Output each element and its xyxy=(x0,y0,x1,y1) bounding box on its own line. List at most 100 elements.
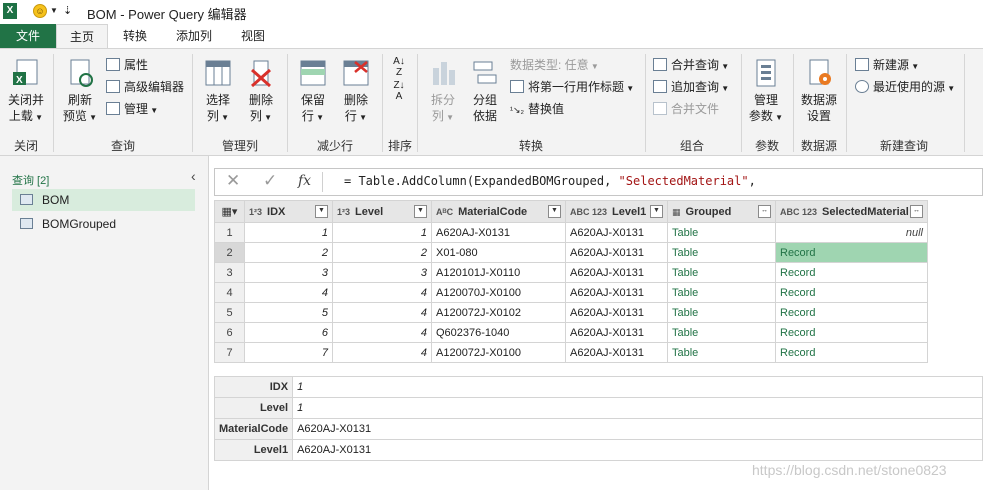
split-column-button[interactable]: 拆分 列 ▼ xyxy=(424,58,462,126)
cell-level1[interactable]: A620AJ-X0131 xyxy=(565,262,668,283)
properties-button[interactable]: 属性 xyxy=(106,56,148,74)
filter-dropdown-icon[interactable]: ▼ xyxy=(414,205,427,218)
cell-selectedmaterial[interactable]: Record xyxy=(775,242,928,263)
column-header-selectedmaterial[interactable]: ABC 123 SelectedMaterial ↔ xyxy=(775,200,928,223)
cancel-icon[interactable]: ✕ xyxy=(226,171,240,191)
cell-idx[interactable]: 1 xyxy=(244,222,333,243)
cell-level[interactable]: 4 xyxy=(332,342,432,363)
query-item-bomgrouped[interactable]: BOMGrouped xyxy=(12,213,195,235)
use-first-row-as-headers-button[interactable]: 将第一行用作标题 ▼ xyxy=(510,78,634,96)
tab-view[interactable]: 视图 xyxy=(228,24,278,48)
row-number[interactable]: 1 xyxy=(214,222,245,243)
table-row[interactable]: 1 1 1 A620AJ-X0131 A620AJ-X0131 Table null xyxy=(214,222,928,243)
cell-materialcode[interactable]: A120070J-X0100 xyxy=(431,282,566,303)
append-queries-button[interactable]: 追加查询 ▼ xyxy=(653,78,729,96)
cell-level1[interactable]: A620AJ-X0131 xyxy=(565,322,668,343)
new-source-button[interactable]: 新建源 ▼ xyxy=(855,56,919,74)
close-and-load-button[interactable]: X 关闭并 上载 ▼ xyxy=(4,58,48,126)
cell-selectedmaterial[interactable]: Record xyxy=(775,262,928,283)
tab-file[interactable]: 文件 xyxy=(0,24,56,48)
cell-grouped[interactable]: Table xyxy=(667,222,776,243)
cell-idx[interactable]: 2 xyxy=(244,242,333,263)
cell-level[interactable]: 4 xyxy=(332,302,432,323)
group-by-button[interactable]: 分组 依据 xyxy=(466,58,504,124)
cell-level1[interactable]: A620AJ-X0131 xyxy=(565,222,668,243)
column-header-materialcode[interactable]: AᴮC MaterialCode ▼ xyxy=(431,200,566,223)
cell-materialcode[interactable]: X01-080 xyxy=(431,242,566,263)
cell-idx[interactable]: 5 xyxy=(244,302,333,323)
remove-columns-button[interactable]: 删除 列 ▼ xyxy=(241,58,281,126)
cell-materialcode[interactable]: Q602376-1040 xyxy=(431,322,566,343)
quick-access-menu-icon[interactable]: ⇣ xyxy=(63,4,72,17)
cell-level1[interactable]: A620AJ-X0131 xyxy=(565,242,668,263)
collapse-pane-icon[interactable]: ‹ xyxy=(191,168,196,184)
cell-grouped[interactable]: Table xyxy=(667,242,776,263)
expand-icon[interactable]: ↔ xyxy=(910,205,923,218)
cell-grouped[interactable]: Table xyxy=(667,282,776,303)
sort-ascending-button[interactable]: A↓ Z xyxy=(388,56,410,78)
sort-descending-button[interactable]: Z↓ A xyxy=(388,80,410,102)
tab-transform[interactable]: 转换 xyxy=(110,24,160,48)
cell-idx[interactable]: 6 xyxy=(244,322,333,343)
row-number[interactable]: 4 xyxy=(214,282,245,303)
cell-materialcode[interactable]: A620AJ-X0131 xyxy=(431,222,566,243)
column-header-idx[interactable]: 1²3 IDX ▼ xyxy=(244,200,333,223)
query-item-bom[interactable]: BOM xyxy=(12,189,195,211)
cell-selectedmaterial[interactable]: Record xyxy=(775,342,928,363)
cell-grouped[interactable]: Table xyxy=(667,322,776,343)
cell-level1[interactable]: A620AJ-X0131 xyxy=(565,282,668,303)
cell-selectedmaterial[interactable]: Record xyxy=(775,322,928,343)
replace-values-button[interactable]: ¹↘₂ 替换值 xyxy=(510,100,564,118)
table-row[interactable]: 7 7 4 A120072J-X0100 A620AJ-X0131 Table Record xyxy=(214,342,928,363)
tab-home[interactable]: 主页 xyxy=(56,24,108,48)
cell-materialcode[interactable]: A120101J-X0110 xyxy=(431,262,566,283)
cell-materialcode[interactable]: A120072J-X0102 xyxy=(431,302,566,323)
merge-queries-button[interactable]: 合并查询 ▼ xyxy=(653,56,729,74)
row-number[interactable]: 6 xyxy=(214,322,245,343)
cell-idx[interactable]: 3 xyxy=(244,262,333,283)
cell-materialcode[interactable]: A120072J-X0100 xyxy=(431,342,566,363)
cell-level[interactable]: 1 xyxy=(332,222,432,243)
table-row[interactable]: 2 2 2 X01-080 A620AJ-X0131 Table Record xyxy=(214,242,928,263)
table-menu-icon[interactable]: ▦▾ xyxy=(214,200,245,223)
manage-button[interactable]: 管理 ▼ xyxy=(106,100,158,118)
filter-dropdown-icon[interactable]: ▼ xyxy=(548,205,561,218)
expand-icon[interactable]: ↔ xyxy=(758,205,771,218)
column-header-level[interactable]: 1²3 Level ▼ xyxy=(332,200,432,223)
confirm-icon[interactable]: ✓ xyxy=(263,171,277,191)
cell-level1[interactable]: A620AJ-X0131 xyxy=(565,302,668,323)
row-number[interactable]: 3 xyxy=(214,262,245,283)
cell-level[interactable]: 2 xyxy=(332,242,432,263)
formula-input[interactable]: = Table.AddColumn(ExpandedBOMGrouped, "S… xyxy=(344,174,756,188)
recent-sources-button[interactable]: 最近使用的源 ▼ xyxy=(855,78,955,96)
cell-grouped[interactable]: Table xyxy=(667,342,776,363)
table-row[interactable]: 4 4 4 A120070J-X0100 A620AJ-X0131 Table Record xyxy=(214,282,928,303)
column-header-level1[interactable]: ABC 123 Level1 ▼ xyxy=(565,200,668,223)
keep-rows-button[interactable]: 保留 行 ▼ xyxy=(293,58,333,126)
choose-columns-button[interactable]: 选择 列 ▼ xyxy=(198,58,238,126)
cell-selectedmaterial[interactable]: Record xyxy=(775,282,928,303)
cell-idx[interactable]: 4 xyxy=(244,282,333,303)
refresh-preview-button[interactable]: 刷新 预览 ▼ xyxy=(58,58,102,126)
row-number[interactable]: 7 xyxy=(214,342,245,363)
table-row[interactable]: 5 5 4 A120072J-X0102 A620AJ-X0131 Table Record xyxy=(214,302,928,323)
cell-selectedmaterial[interactable]: null xyxy=(775,222,928,243)
cell-level[interactable]: 3 xyxy=(332,262,432,283)
cell-level[interactable]: 4 xyxy=(332,282,432,303)
cell-selectedmaterial[interactable]: Record xyxy=(775,302,928,323)
row-number[interactable]: 5 xyxy=(214,302,245,323)
table-row[interactable]: 3 3 3 A120101J-X0110 A620AJ-X0131 Table Record xyxy=(214,262,928,283)
smiley-feedback-icon[interactable]: ☺ xyxy=(33,4,47,18)
cell-level[interactable]: 4 xyxy=(332,322,432,343)
cell-grouped[interactable]: Table xyxy=(667,302,776,323)
row-number[interactable]: 2 xyxy=(214,242,245,263)
data-source-settings-button[interactable]: 数据源 设置 xyxy=(797,58,841,124)
column-header-grouped[interactable]: ▦ Grouped ↔ xyxy=(667,200,776,223)
combine-files-button[interactable]: 合并文件 xyxy=(653,100,719,118)
filter-dropdown-icon[interactable]: ▼ xyxy=(650,205,663,218)
tab-add-column[interactable]: 添加列 xyxy=(165,24,223,48)
remove-rows-button[interactable]: 删除 行 ▼ xyxy=(336,58,376,126)
manage-parameters-button[interactable]: 管理 参数 ▼ xyxy=(746,58,786,126)
cell-level1[interactable]: A620AJ-X0131 xyxy=(565,342,668,363)
chevron-down-icon[interactable]: ▼ xyxy=(50,6,58,15)
